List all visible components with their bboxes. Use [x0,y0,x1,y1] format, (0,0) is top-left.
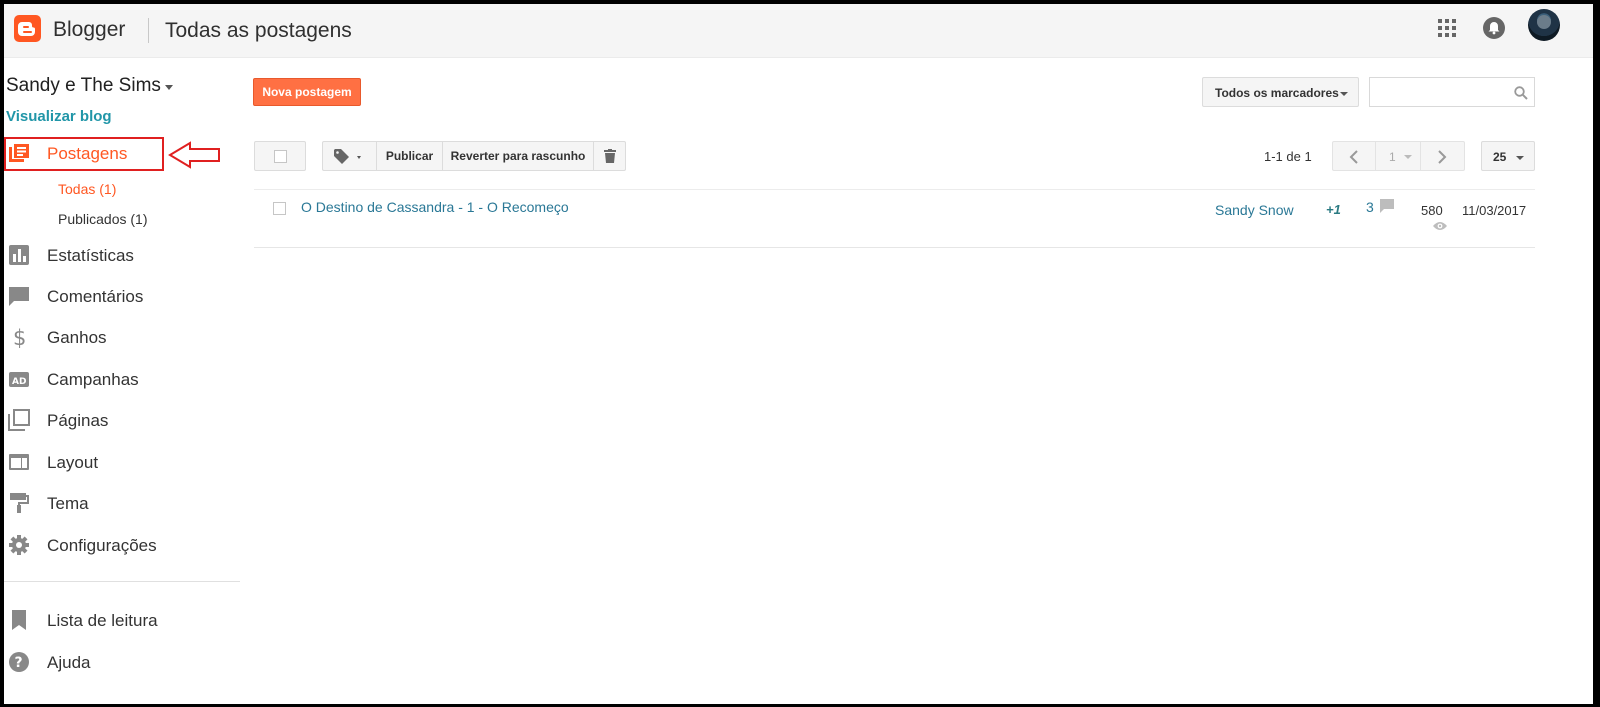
new-post-button[interactable]: Nova postagem [253,78,361,106]
per-page-value: 25 [1493,150,1507,164]
ad-icon: AD [8,368,30,390]
sidebar-item-reading-list[interactable]: Lista de leitura [4,605,240,637]
sidebar-item-pages[interactable]: Páginas [4,405,240,437]
search-box[interactable] [1369,77,1535,107]
app-frame: Blogger Todas as postagens Sandy e The S… [4,4,1593,704]
view-blog-link[interactable]: Visualizar blog [6,108,112,125]
layout-icon [8,451,30,473]
annotation-highlight-box [4,137,164,171]
apps-grid-icon[interactable] [1436,17,1458,39]
list-divider [254,247,1535,248]
trash-icon [604,149,616,163]
chevron-right-icon [1438,150,1447,164]
sidebar-item-comments[interactable]: Comentários [4,281,240,313]
sidebar-item-stats[interactable]: Estatísticas [4,240,240,272]
header-divider [148,18,149,43]
publish-button[interactable]: Publicar [376,141,443,171]
sidebar-subitem-all[interactable]: Todas (1) [58,181,116,197]
tag-icon [334,149,361,164]
sidebar-item-label: Configurações [47,536,157,555]
label-dropdown-button[interactable] [322,141,377,171]
sidebar-item-theme[interactable]: Tema [4,488,240,520]
sidebar-item-label: Estatísticas [47,246,134,265]
page-title: Todas as postagens [165,19,352,42]
sidebar-item-settings[interactable]: Configurações [4,530,240,562]
sidebar-subitem-published[interactable]: Publicados (1) [58,211,148,227]
brand-name[interactable]: Blogger [53,18,125,42]
blog-selector[interactable]: Sandy e The Sims [6,75,161,97]
annotation-arrow-icon [168,141,220,169]
sidebar-item-earnings[interactable]: $ Ganhos [4,322,240,354]
revert-to-draft-button[interactable]: Reverter para rascunho [442,141,594,171]
search-input[interactable] [1374,82,1504,102]
checkbox [274,150,287,163]
chevron-down-icon [1516,156,1524,160]
paint-roller-icon [8,492,30,514]
chevron-left-icon [1349,150,1358,164]
sidebar-item-label: Layout [47,453,99,472]
bookmark-icon [8,609,30,631]
comment-icon [1380,199,1394,213]
stats-icon [8,244,30,266]
prev-page-button[interactable] [1332,141,1376,171]
sidebar-item-label: Ajuda [47,653,91,672]
list-divider [254,189,1535,190]
per-page-dropdown[interactable]: 25 [1481,141,1535,171]
sidebar-item-label: Ganhos [47,328,107,347]
pages-icon [8,409,30,431]
post-comment-count[interactable]: 3 [1366,199,1374,215]
svg-text:AD: AD [12,377,26,387]
post-author-link[interactable]: Sandy Snow [1215,202,1294,218]
sidebar-item-campaigns[interactable]: AD Campanhas [4,364,240,396]
sidebar-item-label: Tema [47,494,89,513]
eye-icon [1433,222,1447,230]
sidebar-item-label: Campanhas [47,370,139,389]
comments-icon [8,285,30,307]
chevron-down-icon[interactable] [165,85,173,90]
post-plus-one: +1 [1326,202,1341,217]
gear-icon [8,534,30,556]
labels-filter-dropdown[interactable]: Todos os marcadores [1202,77,1359,107]
help-icon: ? [8,651,30,673]
labels-filter-label: Todos os marcadores [1215,86,1339,100]
post-checkbox[interactable] [273,202,286,215]
blogger-logo-icon[interactable] [14,15,41,42]
notifications-bell-icon[interactable] [1482,16,1506,40]
sidebar-item-label: Páginas [47,411,109,430]
pagination-summary: 1-1 de 1 [1264,149,1312,164]
search-icon[interactable] [1514,86,1528,100]
sidebar-item-help[interactable]: ? Ajuda [4,647,240,679]
next-page-button[interactable] [1420,141,1465,171]
delete-button[interactable] [593,141,626,171]
page-number: 1 [1389,150,1396,164]
sidebar-item-layout[interactable]: Layout [4,447,240,479]
post-date: 11/03/2017 [1462,203,1527,218]
svg-text:?: ? [15,655,23,671]
select-all-checkbox[interactable] [254,141,306,171]
user-avatar[interactable] [1528,9,1560,41]
dollar-icon: $ [8,326,30,350]
sidebar-divider [4,581,240,582]
page-number-dropdown[interactable]: 1 [1375,141,1421,171]
post-title-link[interactable]: O Destino de Cassandra - 1 - O Recomeço [301,199,569,215]
svg-text:$: $ [13,326,26,348]
chevron-down-icon [1340,92,1348,96]
chevron-down-icon [1404,155,1412,159]
top-header: Blogger Todas as postagens [4,4,1593,58]
post-view-count: 580 [1421,203,1443,218]
sidebar-item-label: Lista de leitura [47,611,158,630]
sidebar-item-label: Comentários [47,287,144,306]
